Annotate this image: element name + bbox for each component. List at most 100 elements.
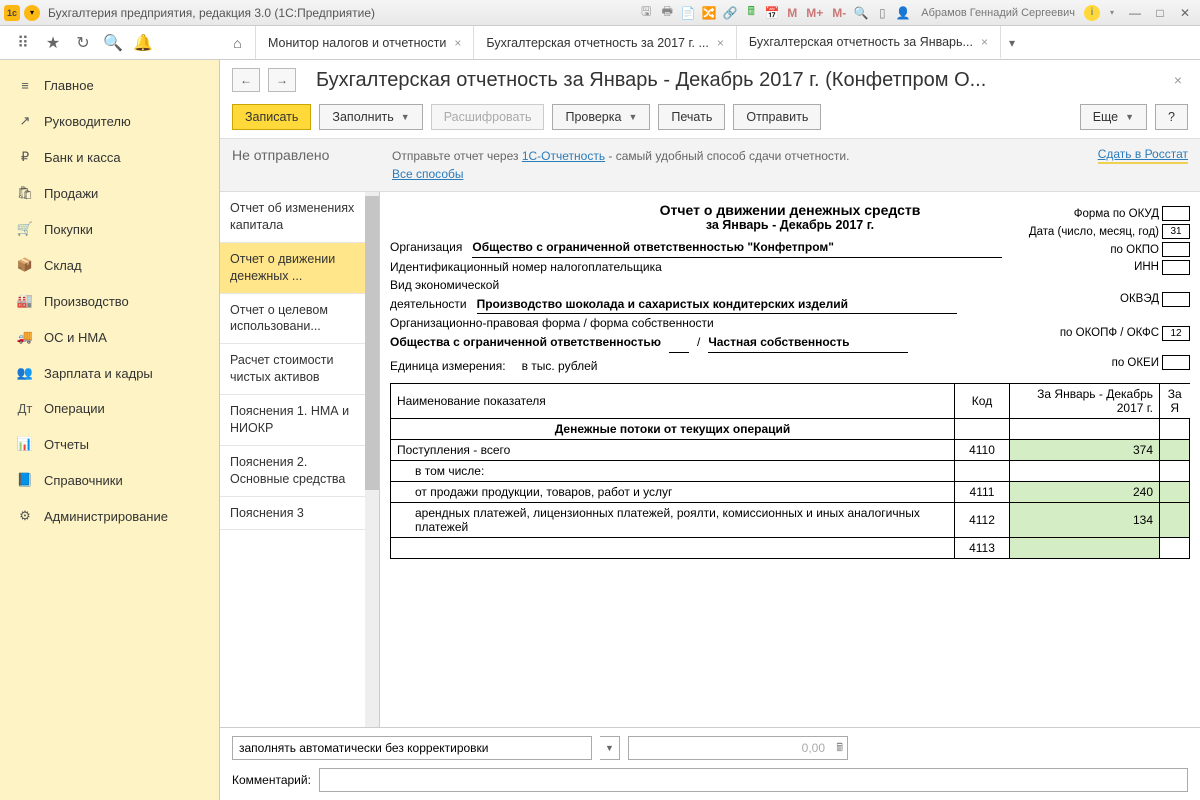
save-button[interactable]: Записать — [232, 104, 311, 130]
sidebar-icon: Дт — [16, 401, 34, 416]
link-icon[interactable]: 🔗 — [721, 4, 739, 22]
comment-input[interactable] — [319, 768, 1188, 792]
sidebar-icon: 🚚 — [16, 329, 34, 345]
section-item[interactable]: Отчет об изменениях капитала — [220, 192, 379, 243]
sidebar-icon: 📦 — [16, 257, 34, 273]
tab-dropdown-icon[interactable]: ▾ — [1001, 26, 1023, 59]
section-item[interactable]: Расчет стоимости чистых активов — [220, 344, 379, 395]
command-bar: Записать Заполнить▼ Расшифровать Проверк… — [220, 96, 1200, 138]
zoom-icon[interactable]: 🔍 — [852, 4, 870, 22]
print-button[interactable]: Печать — [658, 104, 725, 130]
sidebar-item[interactable]: 📊Отчеты — [0, 426, 219, 462]
calc-icon[interactable]: 🖩 — [742, 4, 760, 22]
sidebar-item[interactable]: ⚙ Администрирование — [0, 498, 219, 534]
check-button[interactable]: Проверка▼ — [552, 104, 650, 130]
m-minus-button[interactable]: M- — [829, 6, 849, 20]
back-button[interactable]: ← — [232, 68, 260, 92]
sidebar-item[interactable]: Дт Операции — [0, 391, 219, 426]
sidebar-icon: 🛍 — [16, 185, 34, 201]
favorites-icon[interactable]: ▯ — [873, 4, 891, 22]
sidebar-item[interactable]: ≡Главное — [0, 68, 219, 103]
print-icon[interactable]: 🖶 — [658, 4, 676, 22]
table-row: арендных платежей, лицензионных платежей… — [391, 503, 1190, 538]
tab-label: Монитор налогов и отчетности — [268, 36, 446, 50]
section-item[interactable]: Пояснения 2. Основные средства — [220, 446, 379, 497]
table-row: от продажи продукции, товаров, работ и у… — [391, 482, 1190, 503]
tab-close-icon[interactable]: × — [981, 35, 988, 49]
tab-report-2017[interactable]: Бухгалтерская отчетность за 2017 г. ... … — [474, 26, 736, 59]
table-row: Поступления - всего4110374 — [391, 440, 1190, 461]
more-button[interactable]: Еще▼ — [1080, 104, 1147, 130]
info-dd-icon[interactable]: ▾ — [1103, 4, 1121, 22]
tab-label: Бухгалтерская отчетность за Январь... — [749, 35, 973, 49]
search-icon[interactable]: 🔍 — [104, 34, 122, 52]
send-status: Не отправлено — [232, 147, 372, 163]
help-button[interactable]: ? — [1155, 104, 1188, 130]
fill-mode-select[interactable]: заполнять автоматически без корректировк… — [232, 736, 592, 760]
tab-close-icon[interactable]: × — [717, 36, 724, 50]
sidebar-label: Администрирование — [44, 509, 168, 524]
sidebar-label: Операции — [44, 401, 105, 416]
sidebar-label: Справочники — [44, 473, 123, 488]
app-menu-icon[interactable]: ▾ — [24, 5, 40, 21]
section-item[interactable]: Отчет о целевом использовани... — [220, 294, 379, 345]
sidebar-item[interactable]: 🚚 ОС и НМА — [0, 319, 219, 355]
info-icon[interactable]: i — [1084, 5, 1100, 21]
section-item[interactable]: Пояснения 1. НМА и НИОКР — [220, 395, 379, 446]
page-close-icon[interactable]: × — [1168, 72, 1188, 88]
sidebar-icon: ⚙ — [16, 508, 34, 524]
calc-icon[interactable]: 🖩 — [836, 739, 843, 758]
decode-button[interactable]: Расшифровать — [431, 104, 545, 130]
sidebar-label: Покупки — [44, 222, 93, 237]
doc-icon[interactable]: 📄 — [679, 4, 697, 22]
m-button[interactable]: M — [784, 6, 800, 20]
submit-rosstat-link[interactable]: Сдать в Росстат — [1098, 147, 1188, 164]
minimize-icon[interactable]: — — [1124, 4, 1146, 22]
home-button[interactable]: ⌂ — [220, 26, 256, 59]
dropdown-icon[interactable]: ▼ — [600, 736, 620, 760]
sidebar-icon: 🏭 — [16, 293, 34, 309]
footer-panel: заполнять автоматически без корректировк… — [220, 727, 1200, 800]
sidebar-label: Банк и касса — [44, 150, 121, 165]
amount-input[interactable]: 0,00🖩 — [628, 736, 848, 760]
sidebar-icon: ₽ — [16, 149, 34, 165]
window-title: Бухгалтерия предприятия, редакция 3.0 (1… — [48, 6, 375, 20]
calendar-icon[interactable]: 📅 — [763, 4, 781, 22]
apps-icon[interactable]: ⠿ — [14, 34, 32, 52]
sidebar-item[interactable]: ₽ Банк и касса — [0, 139, 219, 175]
sidebar-label: ОС и НМА — [44, 330, 107, 345]
toolbar-icon[interactable]: 🖫 — [637, 4, 655, 22]
fill-button[interactable]: Заполнить▼ — [319, 104, 422, 130]
link-all-methods[interactable]: Все способы — [392, 167, 464, 181]
comment-label: Комментарий: — [232, 773, 311, 787]
forward-button[interactable]: → — [268, 68, 296, 92]
history-icon[interactable]: ↻ — [74, 34, 92, 52]
tab-report-jan[interactable]: Бухгалтерская отчетность за Январь... × — [737, 26, 1001, 59]
m-plus-button[interactable]: M+ — [803, 6, 826, 20]
sidebar-icon: 👥 — [16, 365, 34, 381]
sidebar-item[interactable]: ↗Руководителю — [0, 103, 219, 139]
send-button[interactable]: Отправить — [733, 104, 821, 130]
report-table: Наименование показателя Код За Январь - … — [390, 383, 1190, 559]
sidebar-item[interactable]: 🛍Продажи — [0, 175, 219, 211]
section-item[interactable]: Отчет о движении денежных ... — [220, 243, 379, 294]
tab-close-icon[interactable]: × — [454, 36, 461, 50]
tab-label: Бухгалтерская отчетность за 2017 г. ... — [486, 36, 708, 50]
sidebar-item[interactable]: 🏭Производство — [0, 283, 219, 319]
scrollbar[interactable] — [365, 192, 379, 727]
user-name: Абрамов Геннадий Сергеевич — [921, 7, 1075, 19]
close-icon[interactable]: ✕ — [1174, 4, 1196, 22]
sidebar-item[interactable]: 🛒Покупки — [0, 211, 219, 247]
sidebar-item[interactable]: 👥Зарплата и кадры — [0, 355, 219, 391]
compare-icon[interactable]: 🔀 — [700, 4, 718, 22]
sidebar-item[interactable]: 📘Справочники — [0, 462, 219, 498]
sidebar-item[interactable]: 📦Склад — [0, 247, 219, 283]
star-icon[interactable]: ★ — [44, 34, 62, 52]
bell-icon[interactable]: 🔔 — [134, 34, 152, 52]
tab-monitor[interactable]: Монитор налогов и отчетности × — [256, 26, 474, 59]
sidebar-label: Руководителю — [44, 114, 131, 129]
section-item[interactable]: Пояснения 3 — [220, 497, 379, 531]
link-1c-report[interactable]: 1С-Отчетность — [522, 149, 605, 163]
maximize-icon[interactable]: □ — [1149, 4, 1171, 22]
report-section-list: Отчет об изменениях капиталаОтчет о движ… — [220, 192, 380, 727]
